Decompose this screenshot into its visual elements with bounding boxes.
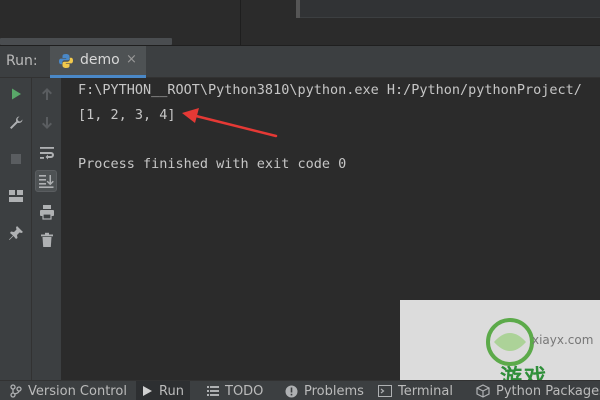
close-icon[interactable]: × — [126, 52, 137, 67]
problems-label: Problems — [304, 383, 364, 399]
terminal-tab[interactable]: Terminal — [378, 381, 453, 400]
todo-label: TODO — [225, 383, 264, 399]
editor-pane — [0, 0, 240, 38]
version-control-label: Version Control — [28, 383, 127, 399]
clear-all-button[interactable] — [36, 229, 58, 251]
horizontal-scrollbar[interactable] — [0, 38, 172, 45]
console-actions-toolbar — [32, 78, 62, 380]
branch-icon — [10, 384, 22, 398]
run-panel-label: Run: — [6, 53, 38, 69]
console-output-line: [1, 2, 3, 4] — [78, 107, 176, 123]
run-tool-window-header: Run: demo × — [0, 46, 600, 78]
console-exit-message: Process finished with exit code 0 — [78, 156, 347, 172]
packages-icon — [476, 384, 490, 398]
run-tab-label: Run — [159, 383, 184, 399]
down-arrow-icon — [42, 117, 52, 129]
watermark: xiayx.com 游戏 — [400, 300, 600, 391]
tab-demo[interactable]: demo × — [50, 46, 146, 78]
python-packages-tab[interactable]: Python Packages — [476, 381, 600, 400]
layout-icon — [9, 190, 23, 202]
watermark-site: xiayx.com — [532, 333, 594, 347]
editor-area-strip — [0, 0, 600, 46]
console-command-line: F:\PYTHON__ROOT\Python3810\python.exe H:… — [78, 82, 582, 98]
edit-configuration-button[interactable] — [5, 112, 27, 134]
stop-icon — [11, 154, 21, 164]
up-arrow-icon — [42, 88, 52, 100]
trash-icon — [41, 232, 53, 247]
rerun-button[interactable] — [5, 83, 27, 105]
version-control-tab[interactable]: Version Control — [10, 381, 127, 400]
list-icon — [207, 386, 219, 396]
previous-occurrence-button[interactable] — [36, 83, 58, 105]
run-actions-toolbar — [0, 78, 32, 380]
print-icon — [40, 205, 54, 220]
soft-wrap-button[interactable] — [36, 142, 58, 164]
tool-window-bar: Version Control Run TODO Problems Termin… — [0, 380, 600, 400]
pane-divider — [240, 0, 241, 46]
terminal-icon — [378, 385, 392, 397]
terminal-label: Terminal — [398, 383, 453, 399]
run-tab[interactable]: Run — [136, 381, 190, 400]
scroll-to-end-button[interactable] — [35, 170, 57, 192]
problems-tab[interactable]: Problems — [285, 381, 364, 400]
python-icon — [58, 53, 74, 69]
run-icon — [12, 88, 21, 100]
scroll-to-end-icon — [39, 175, 54, 188]
print-button[interactable] — [36, 201, 58, 223]
stop-button[interactable] — [5, 148, 27, 170]
info-icon — [285, 385, 298, 397]
next-occurrence-button[interactable] — [36, 112, 58, 134]
tab-label: demo — [80, 52, 120, 68]
editor-pane-right — [300, 0, 600, 18]
wrench-icon — [10, 116, 23, 129]
todo-tab[interactable]: TODO — [207, 381, 263, 400]
soft-wrap-icon — [40, 147, 54, 160]
python-packages-label: Python Packages — [496, 383, 600, 399]
pin-tab-button[interactable] — [5, 222, 27, 244]
scroll-marker — [296, 0, 300, 18]
layout-button[interactable] — [5, 185, 27, 207]
pin-icon — [9, 226, 23, 240]
run-icon — [143, 386, 152, 396]
